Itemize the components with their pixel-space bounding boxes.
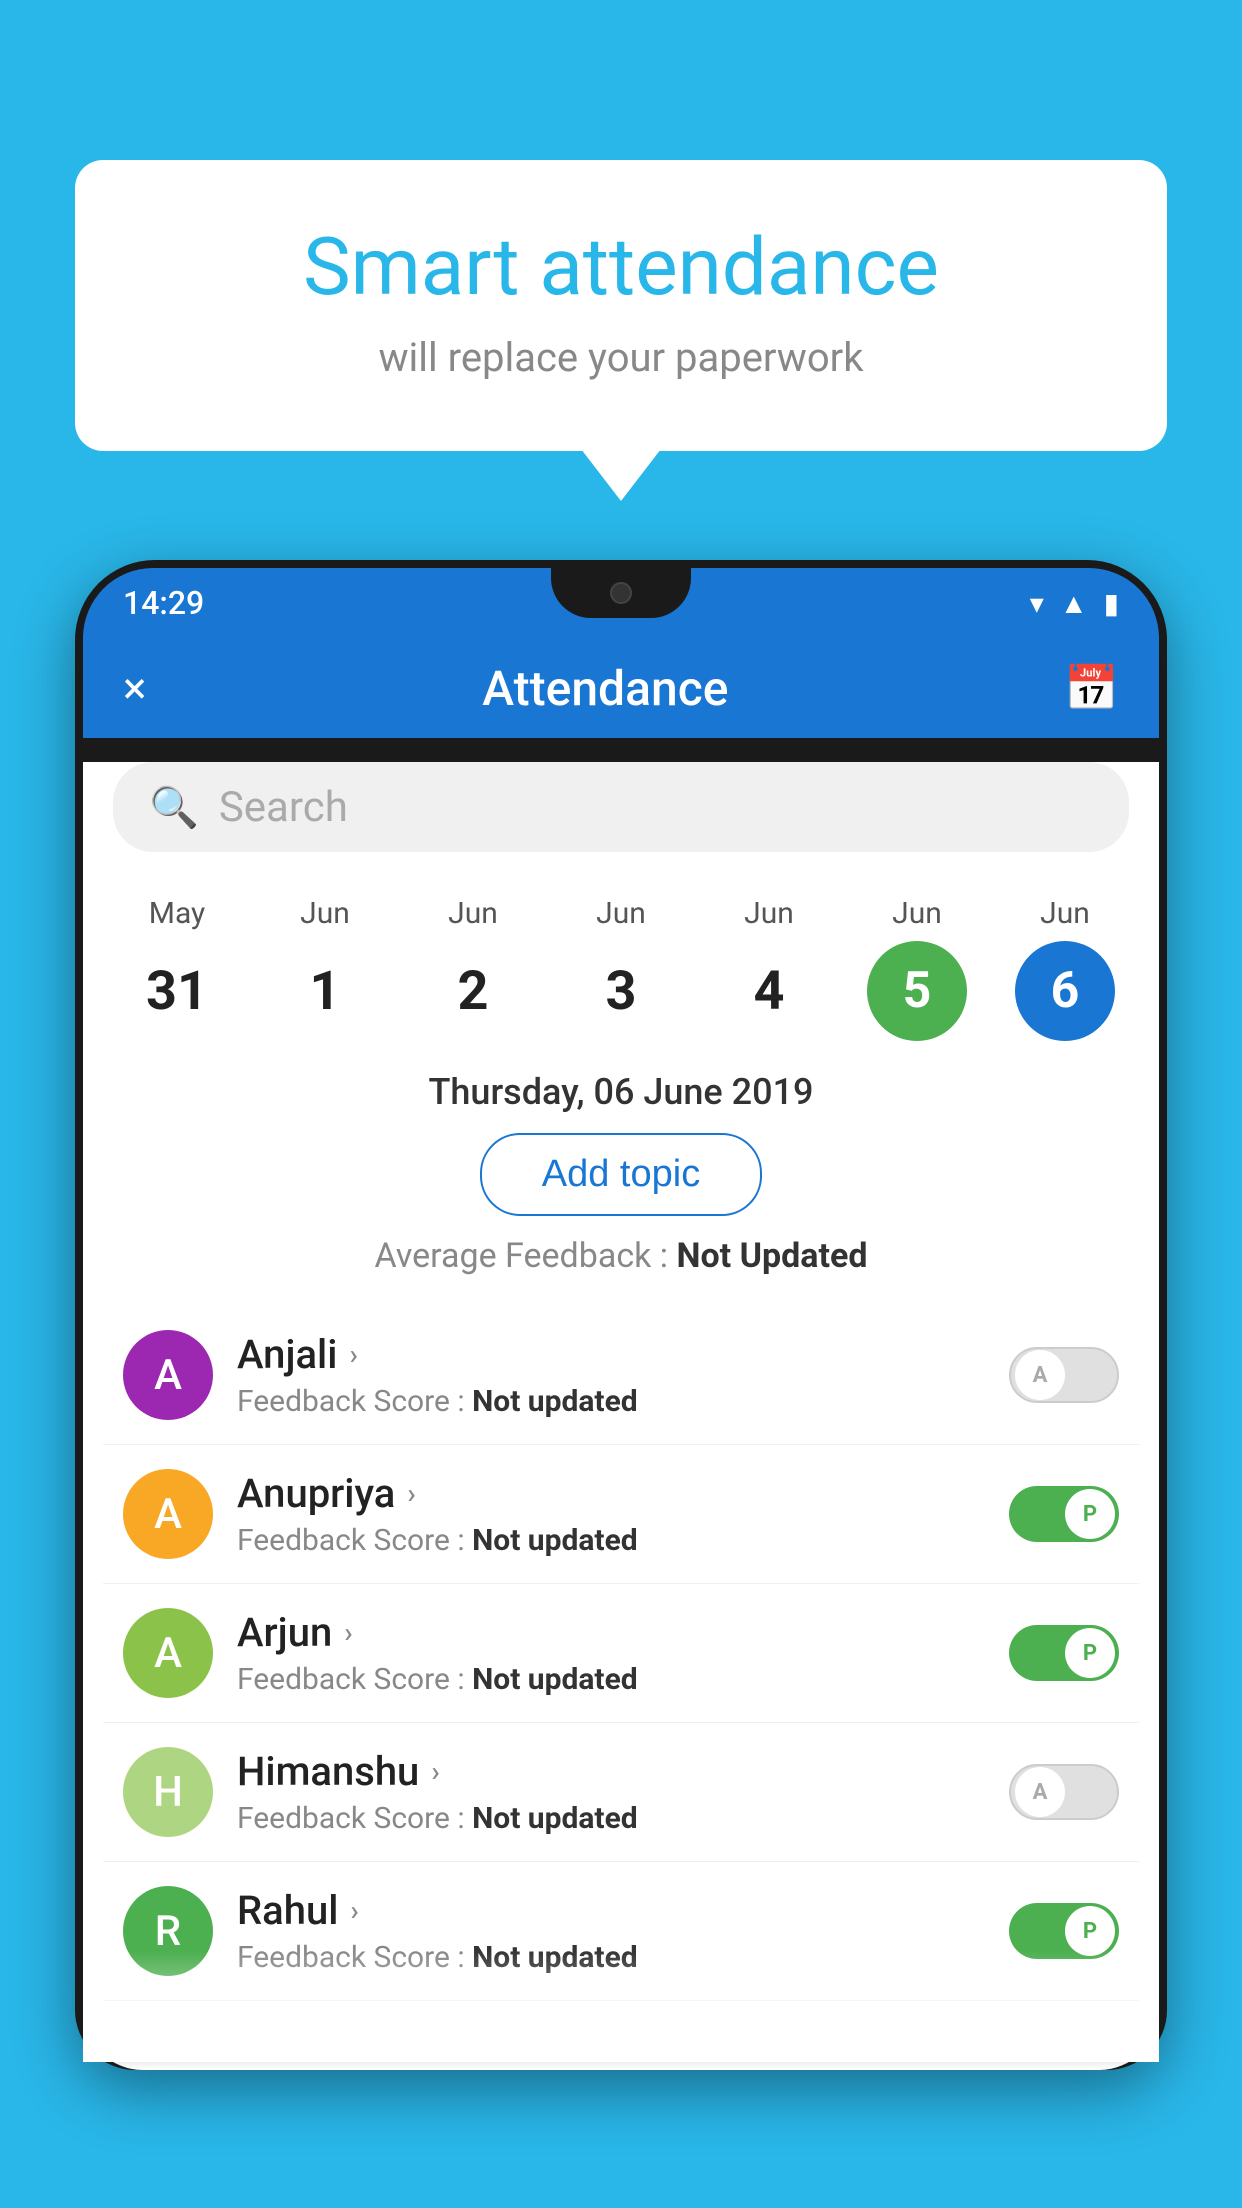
student-avatar-4: R: [123, 1886, 213, 1976]
student-avatar-3: H: [123, 1747, 213, 1837]
selected-date: Thursday, 06 June 2019: [83, 1071, 1159, 1113]
status-bar: 14:29 ▾ ▲ ▮: [83, 568, 1159, 638]
toggle-container-1: P: [1009, 1486, 1119, 1542]
speech-bubble-title: Smart attendance: [155, 220, 1087, 314]
calendar-day-3[interactable]: Jun 3: [561, 896, 681, 1041]
notch: [551, 568, 691, 618]
cal-date: 1: [275, 941, 375, 1041]
calendar-icon[interactable]: 📅: [1064, 662, 1119, 714]
calendar-day-5[interactable]: Jun 5: [857, 896, 977, 1041]
student-avatar-2: A: [123, 1608, 213, 1698]
cal-month: May: [149, 896, 205, 931]
avg-feedback-label: Average Feedback :: [375, 1236, 677, 1276]
speech-bubble-subtitle: will replace your paperwork: [155, 334, 1087, 381]
student-item-2: A Arjun › Feedback Score : Not updated P: [103, 1584, 1139, 1723]
attendance-toggle-1[interactable]: P: [1009, 1486, 1119, 1542]
avg-feedback: Average Feedback : Not Updated: [83, 1236, 1159, 1276]
wifi-icon: ▾: [1030, 587, 1044, 620]
student-item-0: A Anjali › Feedback Score : Not updated A: [103, 1306, 1139, 1445]
toggle-knob-4: P: [1065, 1906, 1115, 1956]
calendar-day-1[interactable]: Jun 1: [265, 896, 385, 1041]
student-name-1[interactable]: Anupriya ›: [237, 1470, 985, 1517]
student-feedback-0: Feedback Score : Not updated: [237, 1384, 985, 1419]
toggle-knob-0: A: [1015, 1350, 1065, 1400]
student-feedback-3: Feedback Score : Not updated: [237, 1801, 985, 1836]
attendance-toggle-2[interactable]: P: [1009, 1625, 1119, 1681]
student-item-4: R Rahul › Feedback Score : Not updated P: [103, 1862, 1139, 2001]
student-info-1: Anupriya › Feedback Score : Not updated: [237, 1470, 985, 1558]
cal-date: 4: [719, 941, 819, 1041]
cal-date: 5: [867, 941, 967, 1041]
chevron-icon: ›: [431, 1755, 439, 1788]
cal-month: Jun: [1040, 896, 1090, 931]
app-title: Attendance: [482, 660, 728, 717]
toggle-knob-3: A: [1015, 1767, 1065, 1817]
student-name-3[interactable]: Himanshu ›: [237, 1748, 985, 1795]
cal-date: 2: [423, 941, 523, 1041]
calendar-day-2[interactable]: Jun 2: [413, 896, 533, 1041]
app-content: 🔍 Search May 31 Jun 1 Jun 2 Jun 3 Jun 4 Jun 5 Jun 6 T…: [83, 762, 1159, 2062]
calendar-strip: May 31 Jun 1 Jun 2 Jun 3 Jun 4 Jun 5 Jun 6: [83, 876, 1159, 1041]
chevron-icon: ›: [344, 1616, 352, 1649]
student-avatar-0: A: [123, 1330, 213, 1420]
search-placeholder: Search: [219, 783, 348, 832]
student-item-3: H Himanshu › Feedback Score : Not updated A: [103, 1723, 1139, 1862]
student-name-2[interactable]: Arjun ›: [237, 1609, 985, 1656]
student-list: AAnjali ›Feedback Score : Not updatedAAA…: [83, 1306, 1159, 2001]
add-topic-button[interactable]: Add topic: [480, 1133, 762, 1216]
app-header: × Attendance 📅: [83, 638, 1159, 738]
cal-date: 6: [1015, 941, 1115, 1041]
avg-feedback-value: Not Updated: [676, 1236, 867, 1276]
student-feedback-1: Feedback Score : Not updated: [237, 1523, 985, 1558]
student-info-4: Rahul › Feedback Score : Not updated: [237, 1887, 985, 1975]
speech-bubble: Smart attendance will replace your paper…: [75, 160, 1167, 451]
student-info-2: Arjun › Feedback Score : Not updated: [237, 1609, 985, 1697]
cal-month: Jun: [448, 896, 498, 931]
attendance-toggle-0[interactable]: A: [1009, 1347, 1119, 1403]
notch-camera: [610, 582, 632, 604]
close-button[interactable]: ×: [123, 662, 146, 714]
student-item-1: A Anupriya › Feedback Score : Not updated P: [103, 1445, 1139, 1584]
student-name-0[interactable]: Anjali ›: [237, 1331, 985, 1378]
signal-icon: ▲: [1060, 587, 1088, 620]
toggle-container-4: P: [1009, 1903, 1119, 1959]
student-info-0: Anjali › Feedback Score : Not updated: [237, 1331, 985, 1419]
cal-date: 3: [571, 941, 671, 1041]
toggle-container-3: A: [1009, 1764, 1119, 1820]
student-feedback-2: Feedback Score : Not updated: [237, 1662, 985, 1697]
chevron-icon: ›: [407, 1477, 415, 1510]
toggle-knob-2: P: [1065, 1628, 1115, 1678]
battery-icon: ▮: [1104, 587, 1119, 620]
attendance-toggle-4[interactable]: P: [1009, 1903, 1119, 1959]
calendar-day-4[interactable]: Jun 4: [709, 896, 829, 1041]
student-info-3: Himanshu › Feedback Score : Not updated: [237, 1748, 985, 1836]
cal-date: 31: [127, 941, 227, 1041]
cal-month: Jun: [892, 896, 942, 931]
search-bar[interactable]: 🔍 Search: [113, 762, 1129, 852]
student-feedback-4: Feedback Score : Not updated: [237, 1940, 985, 1975]
cal-month: Jun: [300, 896, 350, 931]
search-icon: 🔍: [149, 784, 199, 831]
cal-month: Jun: [596, 896, 646, 931]
calendar-day-6[interactable]: Jun 6: [1005, 896, 1125, 1041]
calendar-day-0[interactable]: May 31: [117, 896, 237, 1041]
phone-container: 14:29 ▾ ▲ ▮ × Attendance 📅 🔍 Search May 3…: [75, 560, 1167, 2208]
cal-month: Jun: [744, 896, 794, 931]
chevron-icon: ›: [349, 1338, 357, 1371]
toggle-knob-1: P: [1065, 1489, 1115, 1539]
chevron-icon: ›: [350, 1894, 358, 1927]
student-name-4[interactable]: Rahul ›: [237, 1887, 985, 1934]
student-avatar-1: A: [123, 1469, 213, 1559]
status-time: 14:29: [123, 584, 204, 622]
status-icons: ▾ ▲ ▮: [1030, 587, 1119, 620]
toggle-container-2: P: [1009, 1625, 1119, 1681]
phone-outer: 14:29 ▾ ▲ ▮ × Attendance 📅 🔍 Search May 3…: [75, 560, 1167, 2070]
toggle-container-0: A: [1009, 1347, 1119, 1403]
attendance-toggle-3[interactable]: A: [1009, 1764, 1119, 1820]
